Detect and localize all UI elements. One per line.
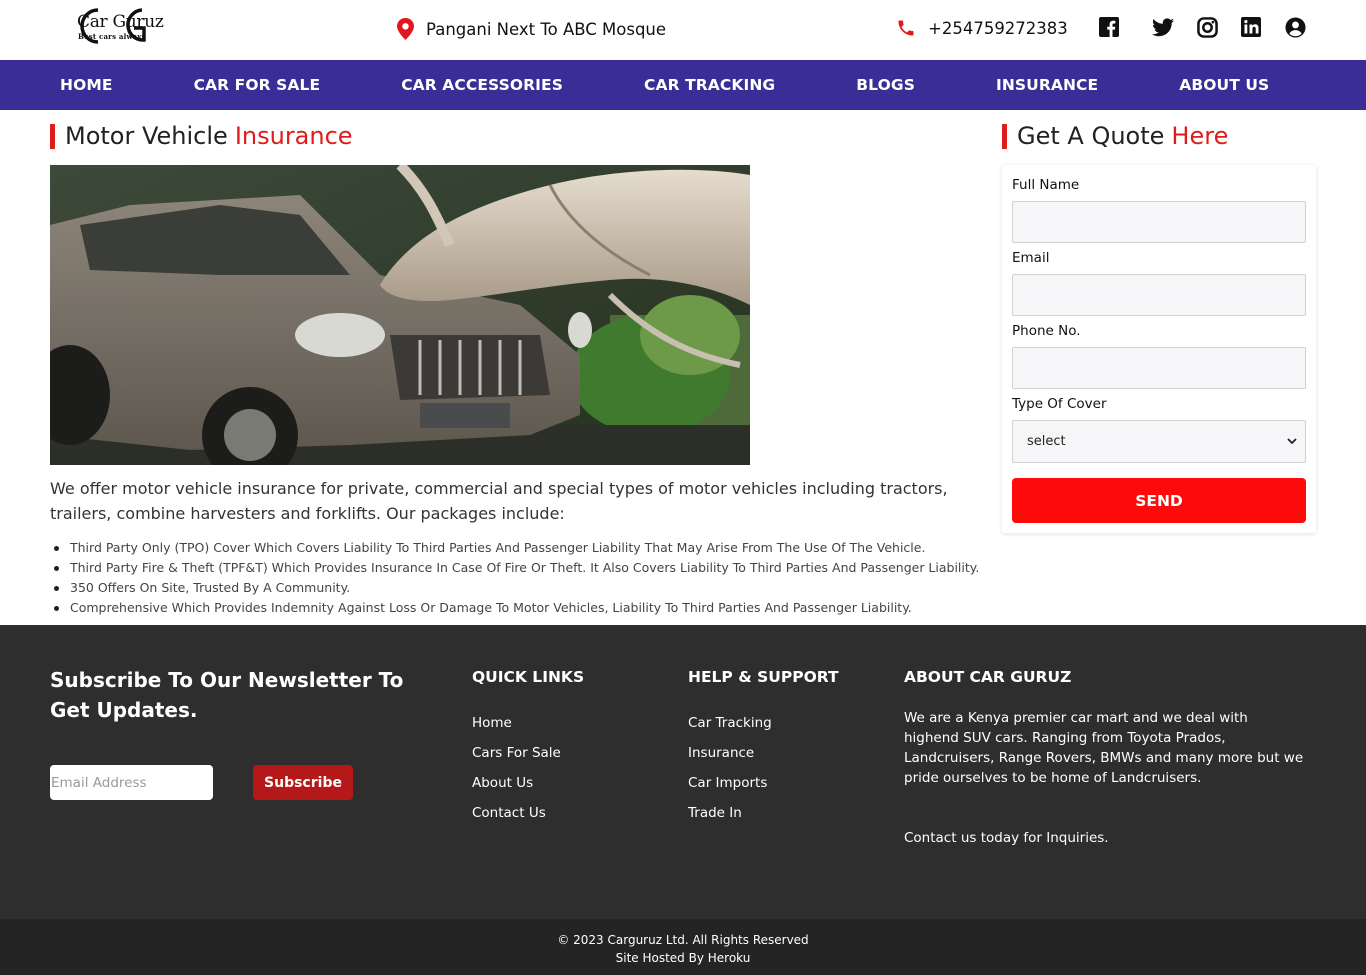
footer-link-cars-for-sale[interactable]: Cars For Sale [472,738,584,768]
list-item: Third Party Only (TPO) Cover Which Cover… [54,538,1000,558]
phone-label: Phone No. [1012,323,1081,339]
nav-insurance[interactable]: INSURANCE [996,76,1098,94]
cover-type-select[interactable]: select [1012,420,1306,463]
cover-type-selected: select [1027,434,1066,449]
help-heading: HELP & SUPPORT [688,668,839,686]
hero-image-car-under-tree [50,165,750,465]
about-section: ABOUT CAR GURUZ We are a Kenya premier c… [904,668,1304,848]
quote-title: Get A Quote Here [1002,122,1228,150]
title-accent-bar [1002,123,1007,149]
page-title-accent: Insurance [234,122,353,150]
top-bar: Car Guruz Best cars always Pangani Next … [0,0,1366,60]
list-item: 350 Offers On Site, Trusted By A Communi… [54,578,1000,598]
social-links [1097,16,1317,38]
email-label: Email [1012,250,1050,266]
list-item: Comprehensive Which Provides Indemnity A… [54,598,1000,618]
footer-link-about-us[interactable]: About Us [472,768,584,798]
quote-title-text: Get A Quote [1017,122,1165,150]
newsletter-title: Subscribe To Our Newsletter To Get Updat… [50,668,404,722]
copyright-bar: © 2023 Carguruz Ltd. All Rights Reserved… [0,919,1366,975]
footer-link-contact-us[interactable]: Contact Us [472,798,584,828]
title-accent-bar [50,123,55,149]
hosted-text: Site Hosted By Heroku [615,951,751,965]
page-title: Motor Vehicle Insurance [50,122,353,150]
about-text: We are a Kenya premier car mart and we d… [904,710,1304,786]
facebook-icon[interactable] [1097,16,1141,38]
location-pin-icon [397,18,414,40]
logo-tagline: Best cars always [78,32,146,41]
footer-link-trade-in[interactable]: Trade In [688,798,839,828]
footer-link-home[interactable]: Home [472,708,584,738]
phone-input[interactable] [1012,347,1306,389]
phone-number: +254759272383 [928,18,1068,38]
full-name-input[interactable] [1012,201,1306,243]
footer-link-car-imports[interactable]: Car Imports [688,768,839,798]
nav-car-for-sale[interactable]: CAR FOR SALE [194,76,321,94]
main-nav: HOME CAR FOR SALE CAR ACCESSORIES CAR TR… [0,60,1366,110]
logo-text: Car Guruz [77,12,164,32]
quick-links: QUICK LINKS Home Cars For Sale About Us … [472,668,584,828]
page-title-text: Motor Vehicle [65,122,228,150]
site-logo[interactable]: Car Guruz Best cars always [76,4,164,52]
main-content: Motor Vehicle Insurance We offer motor v… [0,110,1366,625]
nav-car-accessories[interactable]: CAR ACCESSORIES [401,76,563,94]
instagram-icon[interactable] [1185,16,1229,38]
help-support: HELP & SUPPORT Car Tracking Insurance Ca… [688,668,839,828]
footer-link-insurance[interactable]: Insurance [688,738,839,768]
quick-links-heading: QUICK LINKS [472,668,585,686]
footer-link-car-tracking[interactable]: Car Tracking [688,708,839,738]
nav-blogs[interactable]: BLOGS [856,76,915,94]
email-input[interactable] [1012,274,1306,316]
account-icon[interactable] [1273,16,1317,38]
about-contact-text: Contact us today for Inquiries. [904,830,1109,846]
nav-about-us[interactable]: ABOUT US [1179,76,1269,94]
list-item: Third Party Fire & Theft (TPF&T) Which P… [54,558,1000,578]
send-button[interactable]: SEND [1012,478,1306,523]
about-heading: ABOUT CAR GURUZ [904,668,1072,686]
phone-icon [898,20,914,36]
footer: Subscribe To Our Newsletter To Get Updat… [0,625,1366,975]
packages-list: Third Party Only (TPO) Cover Which Cover… [54,538,1000,618]
subscribe-button[interactable]: Subscribe [253,765,353,800]
location-text: Pangani Next To ABC Mosque [426,19,667,39]
cover-type-label: Type Of Cover [1012,396,1107,412]
location-info: Pangani Next To ABC Mosque [397,18,666,40]
copyright-text: © 2023 Carguruz Ltd. All Rights Reserved [557,933,809,947]
quote-form: Full Name Email Phone No. Type Of Cover … [1002,165,1316,533]
chevron-down-icon [1287,438,1297,445]
full-name-label: Full Name [1012,177,1080,193]
linkedin-icon[interactable] [1229,16,1273,38]
phone-info[interactable]: +254759272383 [896,18,1068,38]
intro-paragraph: We offer motor vehicle insurance for pri… [50,479,948,523]
newsletter-email-input[interactable]: Email Address [50,765,213,800]
twitter-icon[interactable] [1141,16,1185,38]
quote-title-accent: Here [1171,122,1229,150]
nav-home[interactable]: HOME [60,76,113,94]
nav-car-tracking[interactable]: CAR TRACKING [644,76,775,94]
